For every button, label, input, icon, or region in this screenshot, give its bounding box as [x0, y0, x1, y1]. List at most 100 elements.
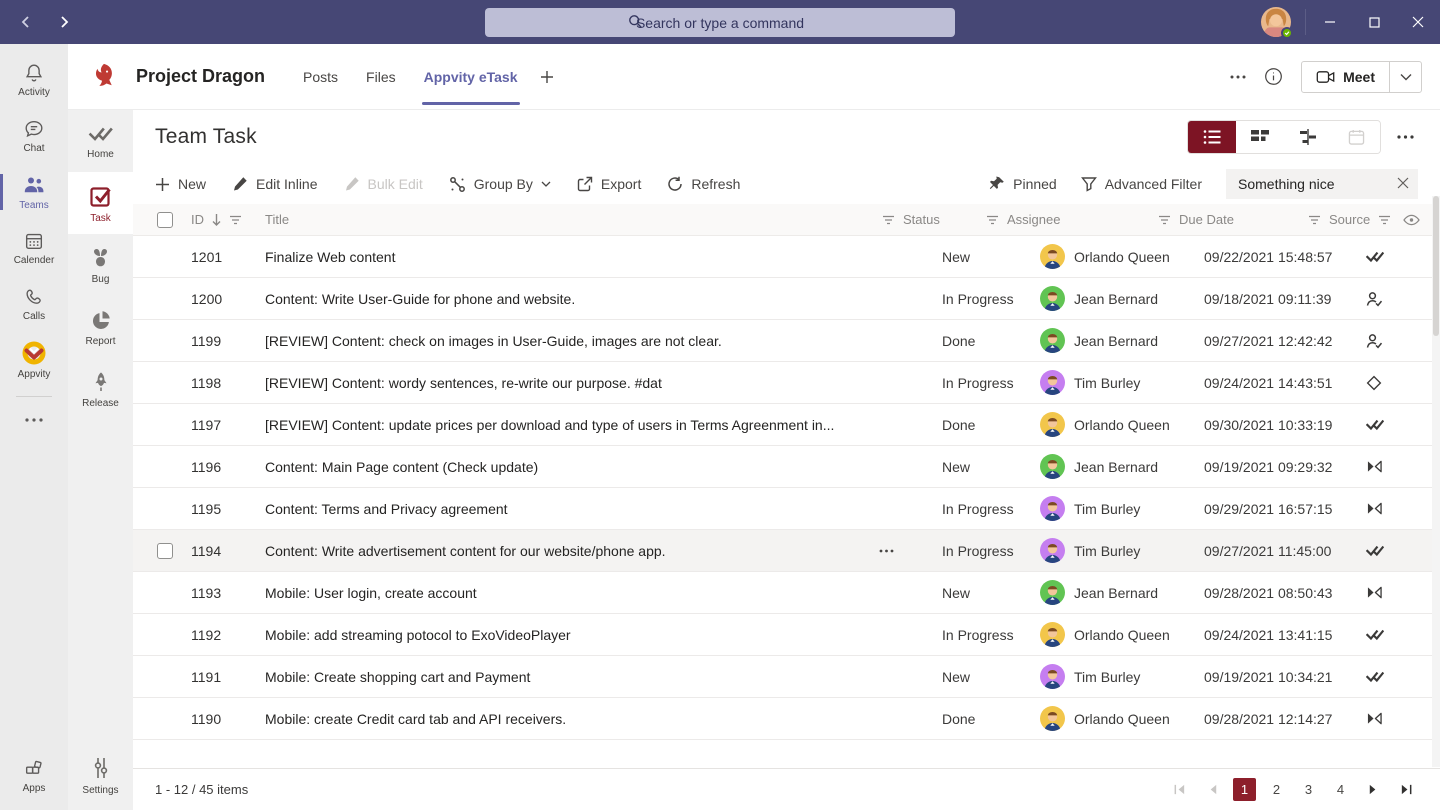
board-view-button[interactable] [1236, 121, 1284, 153]
appvity-logo-icon [21, 340, 47, 366]
column-header-source[interactable]: Source [1329, 212, 1370, 227]
list-view-button[interactable] [1188, 121, 1236, 153]
module-item-task[interactable]: Task [68, 172, 133, 234]
task-row-1193[interactable]: 1193 Mobile: User login, create account … [133, 572, 1440, 614]
source-bowtie-icon [1366, 585, 1383, 600]
eye-columns-icon[interactable] [1403, 214, 1420, 226]
task-title[interactable]: Finalize Web content [265, 249, 879, 265]
first-page-button[interactable] [1167, 778, 1191, 802]
rail-item-appvity[interactable]: Appvity [0, 332, 68, 388]
gantt-view-button[interactable] [1284, 121, 1332, 153]
task-row-1191[interactable]: 1191 Mobile: Create shopping cart and Pa… [133, 656, 1440, 698]
row-more-button[interactable] [879, 549, 894, 553]
new-button[interactable]: New [155, 176, 206, 192]
pinned-button[interactable]: Pinned [989, 176, 1057, 192]
filter-lines-icon[interactable] [1378, 215, 1391, 225]
filter-lines-icon[interactable] [229, 215, 242, 225]
page-3-button[interactable]: 3 [1297, 778, 1320, 801]
prev-page-button[interactable] [1200, 778, 1224, 802]
task-title[interactable]: [REVIEW] Content: update prices per down… [265, 417, 879, 433]
column-header-title[interactable]: Title [265, 212, 289, 227]
task-row-1192[interactable]: 1192 Mobile: add streaming potocol to Ex… [133, 614, 1440, 656]
task-title[interactable]: Mobile: add streaming potocol to ExoVide… [265, 627, 879, 643]
close-button[interactable] [1396, 0, 1440, 44]
meet-options-button[interactable] [1389, 62, 1421, 92]
task-row-1199[interactable]: 1199 [REVIEW] Content: check on images i… [133, 320, 1440, 362]
task-title[interactable]: Content: Write advertisement content for… [265, 543, 879, 559]
assignee-avatar [1040, 496, 1065, 521]
rail-more-apps-button[interactable] [0, 405, 68, 435]
back-button[interactable] [12, 8, 40, 36]
user-avatar[interactable] [1261, 7, 1291, 37]
task-row-1190[interactable]: 1190 Mobile: create Credit card tab and … [133, 698, 1440, 740]
rail-item-calendar[interactable]: Calender [0, 220, 68, 276]
edit-inline-button[interactable]: Edit Inline [232, 176, 317, 192]
next-page-button[interactable] [1361, 778, 1385, 802]
channel-info-button[interactable] [1264, 67, 1283, 86]
rail-item-chat[interactable]: Chat [0, 108, 68, 164]
refresh-button[interactable]: Refresh [667, 176, 740, 192]
minimize-button[interactable] [1308, 0, 1352, 44]
task-title[interactable]: Content: Terms and Privacy agreement [265, 501, 879, 517]
task-title[interactable]: Mobile: Create shopping cart and Payment [265, 669, 879, 685]
rail-item-apps[interactable]: Apps [0, 748, 68, 804]
filter-lines-icon[interactable] [1158, 215, 1171, 225]
module-item-release[interactable]: Release [68, 358, 133, 420]
page-4-button[interactable]: 4 [1329, 778, 1352, 801]
forward-button[interactable] [50, 8, 78, 36]
page-1-button[interactable]: 1 [1233, 778, 1256, 801]
maximize-button[interactable] [1352, 0, 1396, 44]
last-page-button[interactable] [1394, 778, 1418, 802]
rail-item-calls[interactable]: Calls [0, 276, 68, 332]
tab-files[interactable]: Files [366, 44, 396, 109]
task-row-1200[interactable]: 1200 Content: Write User-Guide for phone… [133, 278, 1440, 320]
tab-appvity-etask[interactable]: Appvity eTask [424, 44, 518, 109]
column-header-assignee[interactable]: Assignee [1007, 212, 1060, 227]
task-row-1195[interactable]: 1195 Content: Terms and Privacy agreemen… [133, 488, 1440, 530]
column-header-due-date[interactable]: Due Date [1179, 212, 1234, 227]
task-title[interactable]: Content: Main Page content (Check update… [265, 459, 879, 475]
task-row-1194[interactable]: 1194 Content: Write advertisement conten… [133, 530, 1440, 572]
page-2-button[interactable]: 2 [1265, 778, 1288, 801]
sort-descending-icon[interactable] [211, 213, 222, 226]
export-button[interactable]: Export [577, 176, 641, 192]
group-by-button[interactable]: Group By [449, 176, 551, 193]
module-item-report[interactable]: Report [68, 296, 133, 358]
bulk-edit-button[interactable]: Bulk Edit [344, 176, 423, 192]
task-row-1197[interactable]: 1197 [REVIEW] Content: update prices per… [133, 404, 1440, 446]
assignee-avatar [1040, 412, 1065, 437]
column-header-id[interactable]: ID [191, 212, 204, 227]
task-row-1201[interactable]: 1201 Finalize Web content New Orlando Qu… [133, 236, 1440, 278]
rail-item-activity[interactable]: Activity [0, 52, 68, 108]
view-more-button[interactable] [1397, 135, 1414, 139]
module-item-settings[interactable]: Settings [68, 744, 133, 806]
items-range-label: 1 - 12 / 45 items [155, 782, 248, 797]
meet-button[interactable]: Meet [1302, 62, 1389, 92]
filter-lines-icon[interactable] [1308, 215, 1321, 225]
assignee-name: Jean Bernard [1074, 459, 1158, 475]
tab-posts[interactable]: Posts [303, 44, 338, 109]
task-title[interactable]: Mobile: create Credit card tab and API r… [265, 711, 879, 727]
task-title[interactable]: Mobile: User login, create account [265, 585, 879, 601]
select-all-checkbox[interactable] [157, 212, 173, 228]
clear-filter-button[interactable] [1396, 176, 1410, 190]
module-item-bug[interactable]: Bug [68, 234, 133, 296]
filter-lines-icon[interactable] [986, 215, 999, 225]
row-checkbox[interactable] [157, 543, 173, 559]
module-item-home[interactable]: Home [68, 110, 133, 172]
task-title[interactable]: Content: Write User-Guide for phone and … [265, 291, 879, 307]
add-tab-button[interactable] [540, 70, 554, 84]
filter-lines-icon[interactable] [882, 215, 895, 225]
vertical-scrollbar[interactable] [1432, 196, 1440, 767]
rail-item-teams[interactable]: Teams [0, 164, 68, 220]
task-row-1198[interactable]: 1198 [REVIEW] Content: wordy sentences, … [133, 362, 1440, 404]
task-title[interactable]: [REVIEW] Content: wordy sentences, re-wr… [265, 375, 879, 391]
scrollbar-thumb[interactable] [1433, 196, 1439, 336]
command-search-input[interactable] [485, 8, 955, 37]
advanced-filter-button[interactable]: Advanced Filter [1081, 176, 1202, 192]
task-title[interactable]: [REVIEW] Content: check on images in Use… [265, 333, 879, 349]
task-row-1196[interactable]: 1196 Content: Main Page content (Check u… [133, 446, 1440, 488]
calendar-view-button[interactable] [1332, 121, 1380, 153]
column-header-status[interactable]: Status [903, 212, 940, 227]
channel-more-button[interactable] [1230, 75, 1246, 79]
